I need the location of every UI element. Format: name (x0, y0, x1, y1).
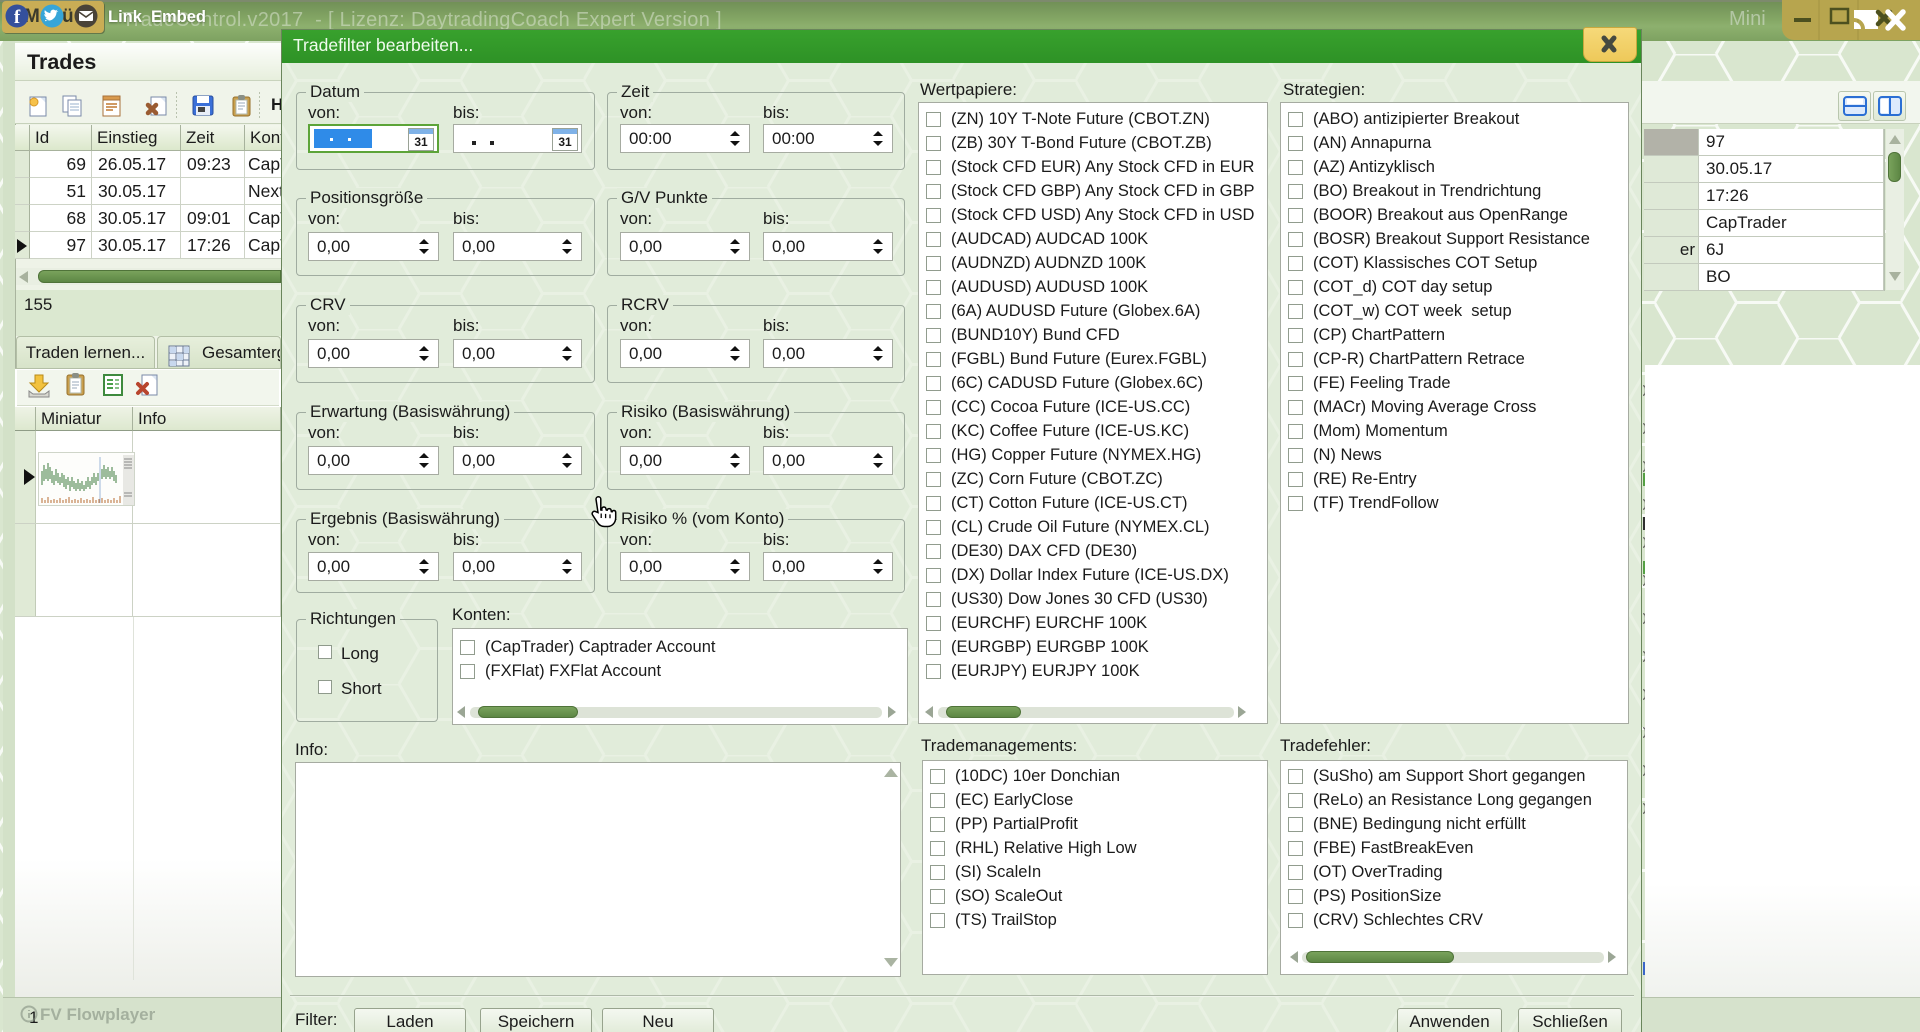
svg-text:FV Flowplayer: FV Flowplayer (40, 1005, 156, 1024)
svg-text:f: f (14, 7, 21, 28)
